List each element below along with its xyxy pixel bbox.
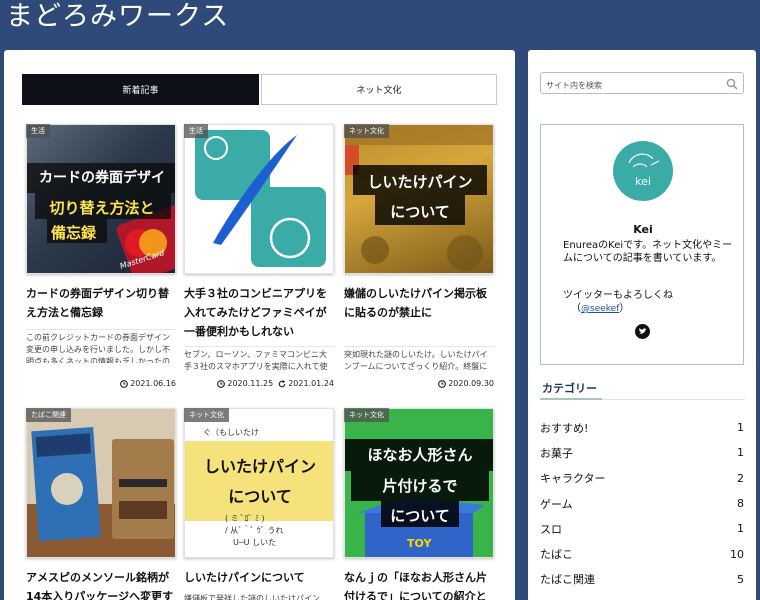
thumb-line-1: しいたけパイン (203, 457, 316, 476)
article-excerpt: セブン、ローソン、ファミマコンビニ大手３社のスマホアプリを実際に入れて使ってみた… (184, 346, 334, 370)
article-title[interactable]: 嫌儲のしいたけパイン掲示板に貼るのが禁止に (344, 284, 494, 322)
shiitake-pine-thumbnail-art (345, 125, 493, 271)
category-item[interactable]: たばこ関連 5 (540, 567, 744, 592)
category-item[interactable]: ゲーム 8 (540, 491, 744, 516)
category-label[interactable]: たばこ関連 (26, 408, 71, 422)
search-box (540, 72, 744, 96)
twitter-prefix-text: ツイッターもよろしくね (563, 290, 673, 301)
thumb-line-2: 切り替え方法と (49, 199, 155, 217)
article-thumbnail[interactable]: カードの券面デザイ 切り替え方法と 備忘録 MasterCard (26, 124, 176, 274)
category-name: キャラクター (540, 472, 606, 486)
category-label[interactable]: ネット文化 (344, 124, 389, 138)
profile-widget: kei Kei EnureaのKeiです。ネット文化やミームについての記事を書い… (540, 124, 744, 365)
category-list: おすすめ! 1 お菓子 1 キャラクター 2 ゲーム 8 スロ 1 たばこ 10 たばこ関連… (540, 415, 744, 592)
profile-twitter: ツイッターもよろしくね （@seekef） (563, 290, 673, 314)
sidebar: kei Kei EnureaのKeiです。ネット文化やミームについての記事を書い… (528, 50, 756, 600)
category-count: 1 (737, 421, 744, 435)
twitter-button[interactable] (635, 324, 650, 339)
search-icon[interactable] (726, 78, 738, 90)
search-input[interactable] (541, 75, 721, 96)
thumb-line-1: カードの券面デザイ (39, 170, 165, 186)
post-date-text: 2021.06.16 (130, 379, 176, 388)
category-label[interactable]: 生活 (184, 124, 208, 138)
article-meta: 2020.11.25 2021.01.24 (217, 379, 334, 388)
thumb-ascii-line: ぐ（もしいたけ (203, 428, 259, 437)
category-item[interactable]: お菓子 1 (540, 440, 744, 465)
thumb-ascii-line: / 从ﾞ＾ﾟ ｳﾞ うれ (225, 526, 284, 535)
post-date-text: 2020.09.30 (448, 379, 494, 388)
category-count: 2 (737, 471, 744, 485)
update-date: 2021.01.24 (278, 379, 334, 388)
category-name: ゲーム (540, 497, 573, 511)
article-title[interactable]: なんｊの「ほなお人形さん片付けるで」についての紹介と (344, 568, 494, 600)
article-title[interactable]: しいたけパインについて (184, 568, 334, 587)
category-item[interactable]: おすすめ! 1 (540, 415, 744, 440)
category-item[interactable]: スロ 1 (540, 516, 744, 541)
cigarette-pack-thumbnail-art (27, 409, 175, 557)
category-name: たばこ (540, 548, 573, 562)
article-meta: 2020.09.30 (438, 379, 494, 388)
category-label[interactable]: 生活 (26, 124, 50, 138)
refresh-icon (278, 379, 286, 387)
site-title[interactable]: まどろみワークス (6, 0, 229, 36)
convenience-app-thumbnail-art (195, 130, 326, 267)
category-item[interactable]: キャラクター 2 (540, 466, 744, 491)
article-thumbnail[interactable] (26, 408, 176, 558)
article-excerpt: 突如現れた謎のしいたけ。しいたけパインブームについてざっくり紹介。終盤にVIPや… (344, 346, 494, 370)
category-heading: カテゴリー (542, 382, 597, 395)
category-count: 5 (737, 572, 744, 586)
article-title[interactable]: アメスピのメンソール銘柄が14本入りパッケージへ変更す (26, 568, 176, 600)
thumb-ascii-line: ( ミ ﾟﾛﾟ ﾐ ) (225, 514, 265, 523)
post-date: 2020.09.30 (438, 379, 494, 388)
category-count: 1 (737, 446, 744, 460)
category-label[interactable]: ネット文化 (344, 408, 389, 422)
profile-name: Kei (633, 223, 653, 236)
avatar-text: kei (635, 175, 651, 188)
category-item[interactable]: たばこ 10 (540, 541, 744, 566)
category-name: お菓子 (540, 446, 573, 460)
main-content: 新着記事 ネット文化 カードの券面デザイ 切り替え方法と 備忘録 MasterC… (4, 50, 515, 600)
clock-icon (217, 379, 226, 388)
tab-new-articles[interactable]: 新着記事 (22, 74, 259, 105)
article-thumbnail[interactable] (184, 124, 334, 274)
category-count: 1 (737, 522, 744, 536)
category-label[interactable]: ネット文化 (184, 408, 229, 422)
category-name: スロ (540, 522, 562, 536)
article-meta: 2021.06.16 (120, 379, 176, 388)
thumb-box-label: TOY (407, 537, 432, 550)
article-thumbnail[interactable]: しいたけパイン について (344, 124, 494, 274)
clock-icon (438, 379, 447, 388)
twitter-handle-link[interactable]: @seekef (581, 304, 619, 314)
avatar: kei (613, 141, 673, 201)
post-date: 2021.06.16 (120, 379, 176, 388)
clock-icon (120, 379, 129, 388)
thumb-line-2: について (390, 203, 450, 221)
thumb-line-1: ほなお人形さん (367, 446, 473, 464)
thumb-line-2: 片付けるで (382, 477, 458, 495)
article-excerpt: 嫌儲板で発祥した謎のしいたけパイン (184, 594, 320, 600)
article-tabs: 新着記事 ネット文化 (22, 74, 497, 105)
article-title[interactable]: カードの券面デザイン切り替え方法と備忘録 (26, 284, 176, 322)
thumb-line-3: について (390, 507, 450, 525)
thumb-ascii-line: U─U しいた (233, 538, 277, 547)
post-date-text: 2020.11.25 (227, 379, 274, 388)
article-thumbnail[interactable]: ほなお人形さん 片付けるで について TOY (344, 408, 494, 558)
category-name: おすすめ! (540, 421, 589, 435)
profile-bio: EnureaのKeiです。ネット文化やミームについての記事を書いています。 (563, 240, 733, 264)
tab-net-culture[interactable]: ネット文化 (261, 74, 497, 105)
category-count: 10 (730, 547, 744, 561)
twitter-icon (639, 328, 647, 334)
category-name: たばこ関連 (540, 573, 595, 587)
thumb-line-2: について (228, 487, 292, 506)
update-date-text: 2021.01.24 (288, 379, 334, 388)
article-excerpt: この前クレジットカードの券面デザイン変更の申し込みを行いました。しかし不明点も多… (26, 329, 176, 363)
article-thumbnail[interactable]: ぐ（もしいたけ しいたけパイン について ( ミ ﾟﾛﾟ ﾐ ) / 从ﾞ＾ﾟ … (184, 408, 334, 558)
thumb-line-1: しいたけパイン (367, 173, 473, 191)
category-heading-accent (540, 398, 602, 400)
category-count: 8 (737, 497, 744, 511)
article-title[interactable]: 大手３社のコンビニアプリを入れてみたけどファミペイが一番便利かもしれない (184, 284, 334, 341)
thumb-line-3: 備忘録 (51, 224, 97, 242)
post-date: 2020.11.25 (217, 379, 273, 388)
